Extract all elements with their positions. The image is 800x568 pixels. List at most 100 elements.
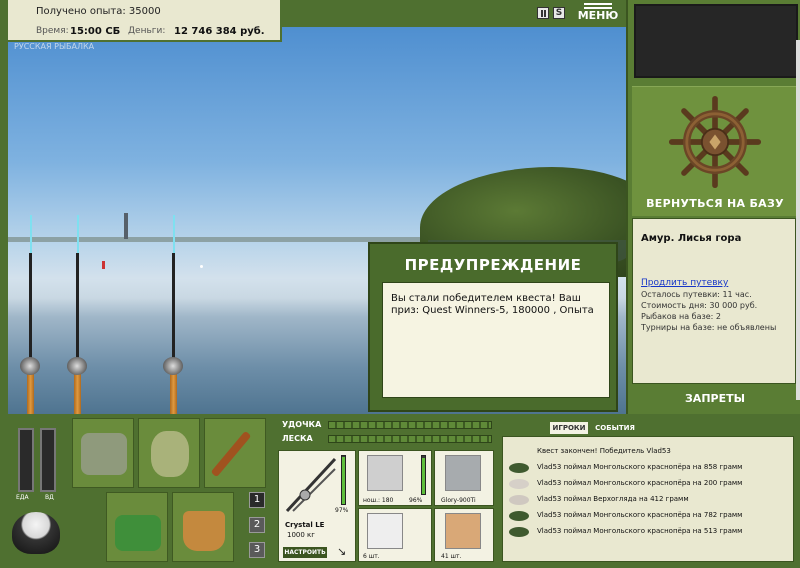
time-label: Время: <box>36 26 69 36</box>
list-item: Vlad53 поймал Монгольского краснопёра на… <box>503 477 795 491</box>
rod-thumb-icon <box>285 457 337 513</box>
rod-blank <box>172 253 175 363</box>
shrimp-bait-icon <box>445 513 481 549</box>
inventory-slot-tools[interactable] <box>204 418 266 488</box>
reel-card[interactable]: нош.: 180 96% <box>358 450 432 506</box>
food-label: ЕДА <box>16 494 29 501</box>
reel-thumb-icon <box>367 455 403 491</box>
warning-dialog[interactable]: ПРЕДУПРЕЖДЕНИЕ Вы стали победителем квес… <box>368 242 618 412</box>
money-label: Деньги: <box>128 26 166 36</box>
fish-icon <box>509 495 529 505</box>
sound-icon[interactable]: S <box>553 7 565 19</box>
menu-label: МЕНЮ <box>577 9 619 22</box>
event-text: Vlad53 поймал Монгольского краснопёра на… <box>537 479 743 487</box>
bucket-icon <box>183 511 225 551</box>
day-cost: Стоимость дня: 30 000 руб. <box>641 301 758 310</box>
fishing-rod-2[interactable] <box>67 215 87 414</box>
cauldron-icon[interactable] <box>12 512 60 554</box>
page-button-2[interactable]: 2 <box>249 517 265 533</box>
pause-icon[interactable] <box>537 7 549 19</box>
fishing-rod-1[interactable] <box>20 215 40 414</box>
page-button-3[interactable]: 3 <box>249 542 265 558</box>
event-text: Vlad53 поймал Монгольского краснопёра на… <box>537 527 743 535</box>
permit-remaining: Осталось путевки: 11 час. <box>641 290 752 299</box>
line-card[interactable]: Glory-900Ti <box>434 450 494 506</box>
events-list[interactable]: Квест закончен! Победитель Vlad53 Vlad53… <box>502 436 794 562</box>
hook-card[interactable]: 6 шт. <box>358 508 432 562</box>
list-item: Квест закончен! Победитель Vlad53 <box>503 445 795 459</box>
fish-icon <box>509 479 529 489</box>
distant-tower <box>124 213 128 239</box>
rod-tension-meter <box>328 421 492 429</box>
tool-icon <box>210 430 252 478</box>
time-value: 15:00 СБ <box>70 26 121 37</box>
list-item: Vlad53 поймал Верхогляда на 412 грамм <box>503 493 795 507</box>
line-name: Glory-900Ti <box>441 497 476 504</box>
rod-capacity: 1000 кг <box>287 531 315 539</box>
return-to-base-button[interactable]: ВЕРНУТЬСЯ НА БАЗУ <box>632 86 798 216</box>
ship-wheel-icon <box>668 95 762 189</box>
reel-icon <box>67 357 87 375</box>
list-item: Vlad53 поймал Монгольского краснопёра на… <box>503 525 795 539</box>
backpack-icon <box>81 433 127 475</box>
expand-arrow-icon[interactable]: ↘ <box>337 545 346 558</box>
rod-tip <box>77 215 79 253</box>
list-item: Vlad53 поймал Монгольского краснопёра на… <box>503 509 795 523</box>
extend-permit-link[interactable]: Продлить путевку <box>641 278 728 288</box>
events-panel: ИГРОКИ СОБЫТИЯ Квест закончен! Победител… <box>500 418 796 564</box>
tab-players[interactable]: ИГРОКИ <box>550 422 588 434</box>
inventory-slot-basket[interactable] <box>106 492 168 562</box>
fish-icon <box>509 511 529 521</box>
tab-events[interactable]: СОБЫТИЯ <box>594 422 636 434</box>
warning-message: Вы стали победителем квеста! Ваш приз: Q… <box>382 282 610 398</box>
mini-map[interactable] <box>634 4 798 78</box>
window-edge <box>796 40 800 400</box>
event-text: Квест закончен! Победитель Vlad53 <box>537 447 671 455</box>
tackle-panel: УДОЧКА ЛЕСКА 97% Crystal LE 1000 кг НАСТ… <box>276 414 496 568</box>
fish-icon <box>509 463 529 473</box>
reel-icon <box>163 357 183 375</box>
page-button-1[interactable]: 1 <box>249 492 265 508</box>
inventory-slot-bucket[interactable] <box>172 492 234 562</box>
rod-meter-label: УДОЧКА <box>282 420 322 429</box>
list-item: Vlad53 поймал Монгольского краснопёра на… <box>503 461 795 475</box>
sack-icon <box>151 431 189 477</box>
tournaments-status: Турниры на базе: не объявлены <box>641 323 777 332</box>
inventory-bar: ЕДА ВД 1 2 3 УДОЧКА ЛЕСКА 97% Crystal LE… <box>0 414 800 568</box>
event-text: Vlad53 поймал Монгольского краснопёра на… <box>537 463 743 471</box>
return-to-base-label: ВЕРНУТЬСЯ НА БАЗУ <box>646 197 784 210</box>
location-info: Амур. Лисья гора Продлить путевку Остало… <box>632 218 796 384</box>
float-bobber[interactable] <box>200 265 203 268</box>
reel-durability-bar <box>421 455 426 495</box>
rod-tip <box>173 215 175 253</box>
rod-blank <box>76 253 79 363</box>
bans-button[interactable]: ЗАПРЕТЫ <box>628 392 800 405</box>
hook-icon <box>367 513 403 549</box>
fishing-rod-3[interactable] <box>163 215 183 414</box>
menu-button[interactable]: МЕНЮ <box>577 3 619 23</box>
rod-percent: 97% <box>335 507 349 514</box>
float-marker[interactable] <box>102 261 105 269</box>
right-panel: ВЕРНУТЬСЯ НА БАЗУ Амур. Лисья гора Продл… <box>626 0 800 414</box>
line-meter-label: ЛЕСКА <box>282 434 313 443</box>
experience-text: Получено опыта: 35000 <box>36 6 161 17</box>
event-text: Vlad53 поймал Монгольского краснопёра на… <box>537 511 743 519</box>
inventory-slot-sack[interactable] <box>138 418 200 488</box>
rod-tip <box>30 215 32 253</box>
reel-percent: 96% <box>409 497 423 504</box>
reel-capacity: нош.: 180 <box>363 497 394 504</box>
line-spool-icon <box>445 455 481 491</box>
setup-button[interactable]: НАСТРОИТЬ <box>283 547 327 558</box>
line-tension-meter <box>328 435 492 443</box>
inventory-slot-bag[interactable] <box>72 418 134 488</box>
reel-icon <box>20 357 40 375</box>
food-gauge <box>18 428 34 492</box>
money-value: 12 746 384 руб. <box>174 26 265 37</box>
game-watermark: РУССКАЯ РЫБАЛКА <box>14 42 95 51</box>
rod-durability-bar <box>341 455 346 505</box>
rod-card[interactable]: 97% Crystal LE 1000 кг НАСТРОИТЬ ↘ <box>278 450 356 562</box>
rod-name: Crystal LE <box>285 521 325 529</box>
bait-card[interactable]: 41 шт. <box>434 508 494 562</box>
game-screen: Получено опыта: 35000 Время: 15:00 СБ Де… <box>0 0 800 568</box>
player-info-panel: Получено опыта: 35000 Время: 15:00 СБ Де… <box>6 0 282 42</box>
